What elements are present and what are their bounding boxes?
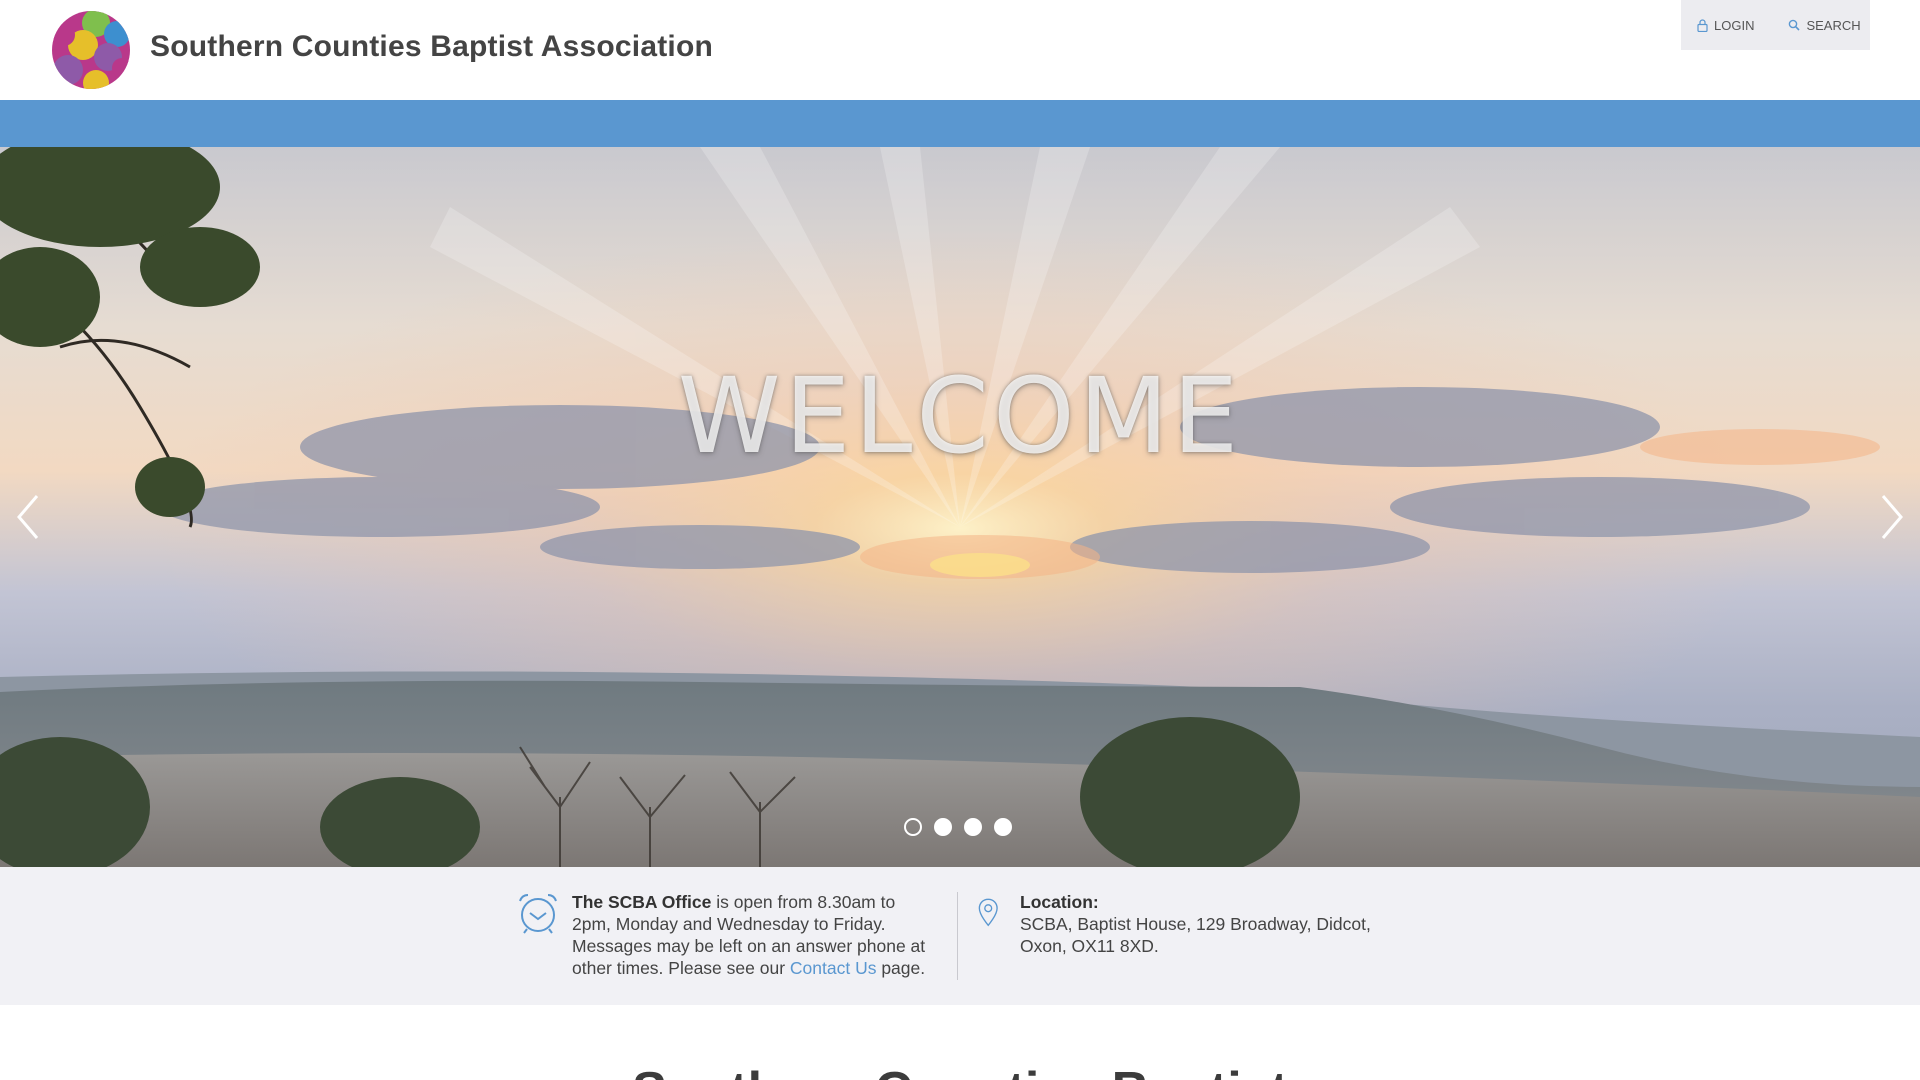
carousel-dot-2[interactable]	[934, 818, 952, 836]
search-icon	[1789, 19, 1801, 31]
lock-icon	[1697, 18, 1708, 32]
info-divider	[957, 892, 958, 980]
login-link[interactable]: LOGIN	[1697, 18, 1754, 33]
search-link[interactable]: SEARCH	[1788, 17, 1861, 33]
site-header: Southern Counties Baptist Association LO…	[0, 0, 1920, 100]
location-block: Location: SCBA, Baptist House, 129 Broad…	[978, 891, 1398, 957]
hero-title: WELCOME	[677, 355, 1243, 477]
office-hours-text: The SCBA Office is open from 8.30am to 2…	[572, 891, 936, 979]
scba-logo[interactable]	[50, 10, 132, 90]
hero-landscape-image	[0, 147, 1920, 867]
contact-us-link[interactable]: Contact Us	[790, 958, 877, 978]
utility-bar: LOGIN SEARCH	[1681, 0, 1870, 50]
location-address: SCBA, Baptist House, 129 Broadway, Didco…	[1020, 914, 1371, 956]
site-title[interactable]: Southern Counties Baptist Association	[150, 30, 713, 64]
intro-section: Southern Counties Baptist	[0, 1005, 1920, 1080]
alarm-clock-icon	[519, 894, 557, 934]
contact-info-strip: The SCBA Office is open from 8.30am to 2…	[0, 867, 1920, 1005]
main-nav-bar	[0, 100, 1920, 147]
carousel-indicators	[904, 818, 1012, 836]
chevron-right-icon	[1881, 495, 1903, 539]
carousel-next-button[interactable]	[1870, 492, 1910, 542]
search-label: SEARCH	[1806, 17, 1861, 33]
carousel-dot-1[interactable]	[904, 818, 922, 836]
chevron-left-icon	[17, 495, 39, 539]
map-pin-icon	[978, 898, 998, 927]
location-text: Location: SCBA, Baptist House, 129 Broad…	[1020, 891, 1398, 957]
section-heading: Southern Counties Baptist	[0, 1061, 1920, 1080]
office-hours-block: The SCBA Office is open from 8.30am to 2…	[516, 891, 936, 979]
office-hours-tail: page.	[876, 958, 926, 978]
login-label: LOGIN	[1714, 17, 1755, 33]
hero-carousel: WELCOME	[0, 147, 1920, 867]
office-name: The SCBA Office	[572, 892, 712, 912]
location-label: Location:	[1020, 892, 1099, 912]
carousel-dot-3[interactable]	[964, 818, 982, 836]
carousel-dot-4[interactable]	[994, 818, 1012, 836]
carousel-prev-button[interactable]	[10, 492, 50, 542]
